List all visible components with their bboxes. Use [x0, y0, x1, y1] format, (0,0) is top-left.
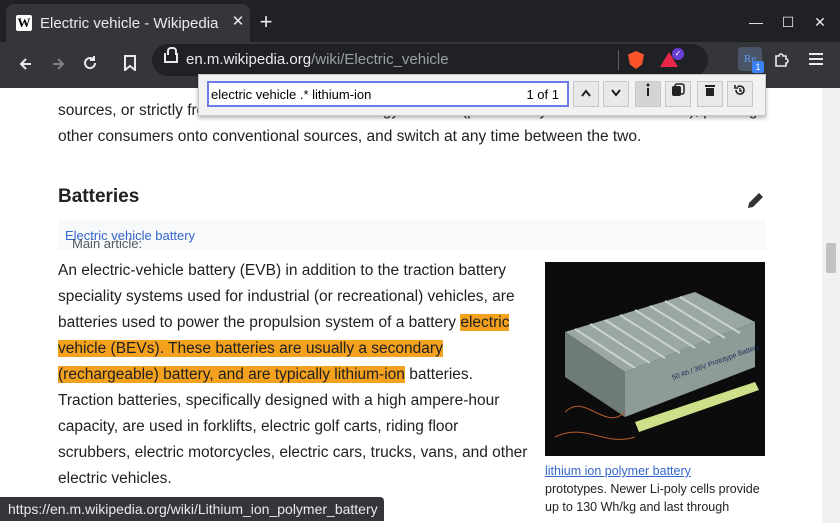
address-bar[interactable]: en.m.wikipedia.org/wiki/Electric_vehicle…: [152, 44, 708, 76]
image-caption: lithium ion polymer battery prototypes. N…: [545, 464, 760, 514]
tab-close-icon[interactable]: ✕: [228, 12, 248, 32]
clear-button[interactable]: [697, 81, 723, 107]
tab-title: Electric vehicle - Wikipedia: [40, 15, 219, 32]
status-bar-url: https://en.m.wikipedia.org/wiki/Lithium_…: [0, 497, 384, 521]
chevron-down-icon: [611, 89, 621, 97]
previous-match-button[interactable]: [573, 81, 599, 107]
section-heading: Batteries: [58, 186, 140, 207]
history-icon: [734, 85, 745, 95]
page-content: sources, or strictly from renewable elec…: [0, 88, 822, 523]
caption-link[interactable]: lithium ion polymer battery: [545, 464, 691, 478]
maximize-button[interactable]: ☐: [778, 12, 798, 32]
trash-icon: [705, 85, 715, 96]
battery-image[interactable]: 50 Ah / 36V Prototype Battery: [545, 262, 765, 456]
menu-icon[interactable]: [806, 50, 826, 70]
forward-arrow-icon: [53, 58, 65, 70]
info-icon: [646, 83, 650, 96]
toggle-insensitive-button[interactable]: [635, 81, 661, 107]
wikipedia-favicon-icon: W: [16, 15, 32, 31]
bookmark-button[interactable]: [116, 51, 144, 79]
history-button[interactable]: [727, 81, 753, 107]
lock-icon: [164, 47, 178, 63]
extensions-puzzle-icon[interactable]: [772, 50, 792, 70]
find-input[interactable]: electric vehicle .* lithium-ion 1 of 1: [207, 81, 569, 107]
close-window-button[interactable]: ✕: [810, 12, 830, 32]
minimize-button[interactable]: —: [746, 12, 766, 32]
back-button[interactable]: [12, 51, 40, 79]
next-match-button[interactable]: [603, 81, 629, 107]
bookmark-icon: [124, 55, 136, 73]
batteries-paragraph: An electric-vehicle battery (EVB) in add…: [58, 262, 528, 487]
copy-matches-button[interactable]: [665, 81, 691, 107]
reload-button[interactable]: [76, 51, 104, 79]
rewards-badge: ✓: [672, 48, 684, 60]
forward-button[interactable]: [44, 51, 72, 79]
find-query-text: electric vehicle .* lithium-ion: [211, 87, 372, 102]
brave-shields-icon[interactable]: [628, 51, 644, 69]
back-arrow-icon: [19, 58, 31, 70]
find-match-count: 1 of 1: [526, 87, 559, 102]
copy-icon: [672, 83, 685, 96]
chevron-up-icon: [581, 89, 591, 97]
page-scrollbar[interactable]: [822, 88, 840, 523]
url-text: en.m.wikipedia.org/wiki/Electric_vehicle: [186, 51, 449, 68]
omnibox-divider: [618, 50, 619, 70]
hatnote: Main article: Electric vehicle battery: [58, 220, 766, 251]
new-tab-button[interactable]: +: [256, 11, 276, 33]
extension-badge: 1: [752, 61, 764, 73]
reload-icon: [84, 56, 97, 70]
active-tab[interactable]: W Electric vehicle - Wikipedia ✕: [6, 4, 250, 42]
regex-find-bar: electric vehicle .* lithium-ion 1 of 1: [198, 74, 766, 116]
edit-pencil-icon[interactable]: [746, 190, 766, 210]
scrollbar-thumb[interactable]: [826, 243, 836, 273]
